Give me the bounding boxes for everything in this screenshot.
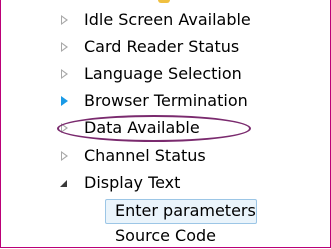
- twisty-collapsed-icon[interactable]: [59, 88, 71, 114]
- twisty-collapsed-icon[interactable]: [59, 34, 71, 60]
- tree-item-channel-status[interactable]: Channel Status: [0, 143, 331, 169]
- tree-item-label: Language Selection: [84, 64, 242, 83]
- tree-item-label: Display Text: [84, 173, 181, 192]
- tree-item-label: Channel Status: [84, 146, 206, 165]
- annotation-ellipse: [57, 115, 251, 142]
- top-accent-decoration: [158, 0, 170, 3]
- tree-item-source-code[interactable]: Source Code: [0, 223, 331, 249]
- tree-item-display-text[interactable]: Display Text: [0, 170, 331, 196]
- twisty-collapsed-icon[interactable]: [59, 61, 71, 87]
- tree-item-browser-termination[interactable]: Browser Termination: [0, 88, 331, 114]
- tree-item-language-selection[interactable]: Language Selection: [0, 61, 331, 87]
- twisty-expanded-icon[interactable]: [59, 170, 71, 196]
- tree-item-label: Idle Screen Available: [84, 10, 251, 29]
- tree-item-enter-parameters[interactable]: Enter parameters: [0, 198, 331, 224]
- tree-item-label: Enter parameters: [115, 201, 256, 220]
- twisty-collapsed-icon[interactable]: [59, 143, 71, 169]
- tree-item-label: Browser Termination: [84, 91, 248, 110]
- tree-item-card-reader-status[interactable]: Card Reader Status: [0, 34, 331, 60]
- tree-item-label: Source Code: [115, 226, 216, 245]
- twisty-collapsed-icon[interactable]: [59, 7, 71, 33]
- tree-item-idle-screen-available[interactable]: Idle Screen Available: [0, 7, 331, 33]
- tree-item-label: Card Reader Status: [84, 37, 240, 56]
